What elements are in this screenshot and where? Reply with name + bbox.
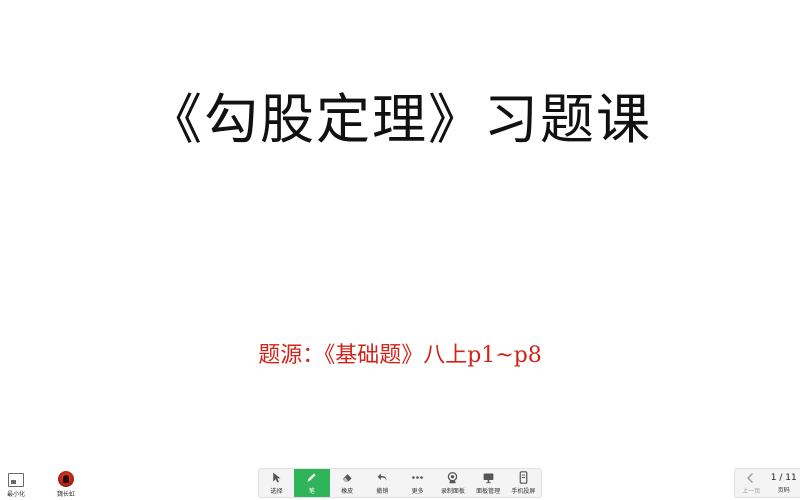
record-icon [448,471,458,484]
avatar [58,471,74,487]
slide-subtitle: 题源：《基础题》八上p1~p8 [258,343,542,368]
user-profile-button[interactable]: 魏长虹 [50,471,82,498]
left-cluster: 最小化 魏长虹 [0,468,82,498]
undo-icon [377,473,387,481]
cursor-icon [273,472,281,483]
page-number-label: 页码 [777,486,790,494]
pen-tool-button[interactable]: 笔 [294,469,330,497]
phone-icon [519,471,528,484]
annotation-toolbar: 选择 笔 橡皮 撤销 更多 录制面板 面板管理 手机投屏 [258,468,542,498]
phone-cast-button[interactable]: 手机投屏 [506,469,541,497]
eraser-tool-button[interactable]: 橡皮 [330,469,365,497]
page-navigator: 上一页 1 / 11 页码 [734,468,800,498]
select-tool-label: 选择 [270,488,283,495]
slide-title: 《勾股定理》习题课 [148,88,652,151]
minimize-button[interactable]: 最小化 [0,473,32,498]
more-label: 更多 [411,488,424,495]
prev-page-button[interactable]: 上一页 [735,469,768,497]
minimize-window-icon [8,473,24,487]
more-button[interactable]: 更多 [400,469,435,497]
pen-tool-label: 笔 [308,488,315,495]
record-panel-button[interactable]: 录制面板 [435,469,470,497]
page-number-button[interactable]: 1 / 11 页码 [768,469,800,497]
page-number: 1 / 11 [770,472,797,483]
eraser-tool-label: 橡皮 [341,488,354,495]
record-panel-label: 录制面板 [440,488,465,495]
chevron-left-icon [747,472,754,483]
minimize-label: 最小化 [6,491,25,498]
slide-canvas: 《勾股定理》习题课 题源：《基础题》八上p1~p8 最小化 魏长虹 选择 笔 橡… [0,0,800,500]
prev-page-label: 上一页 [742,487,761,495]
eraser-icon [342,474,352,482]
panel-manager-label: 面板管理 [476,488,501,495]
panel-icon [483,473,493,484]
phone-cast-label: 手机投屏 [511,488,536,495]
select-tool-button[interactable]: 选择 [259,469,294,497]
user-name: 魏长虹 [56,491,75,498]
more-icon [412,476,423,479]
panel-manager-button[interactable]: 面板管理 [471,469,506,497]
undo-button[interactable]: 撤销 [365,469,400,497]
pen-icon [307,473,316,482]
undo-label: 撤销 [376,488,389,495]
